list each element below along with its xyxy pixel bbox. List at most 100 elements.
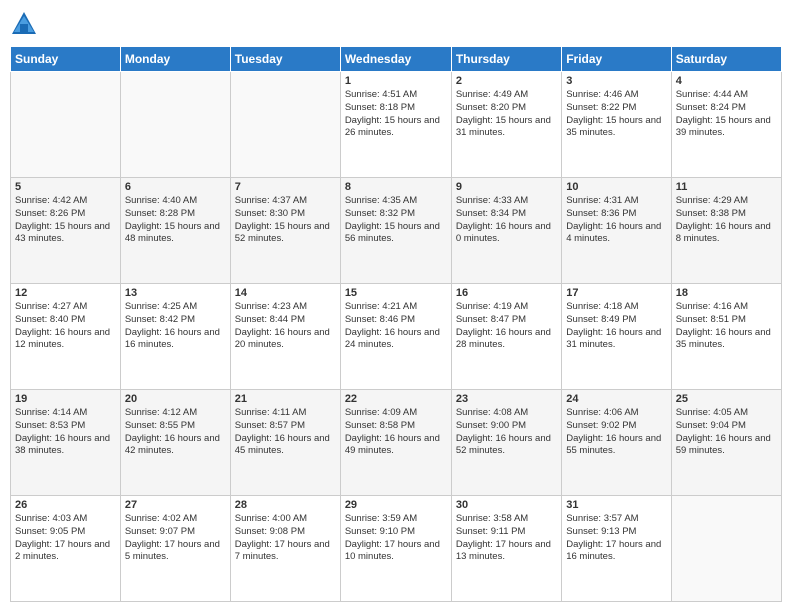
day-number: 31 (566, 499, 666, 511)
calendar-cell: 18Sunrise: 4:16 AM Sunset: 8:51 PM Dayli… (671, 284, 781, 390)
calendar: SundayMondayTuesdayWednesdayThursdayFrid… (10, 46, 782, 602)
day-content: Sunrise: 4:21 AM Sunset: 8:46 PM Dayligh… (345, 301, 447, 352)
day-content: Sunrise: 4:00 AM Sunset: 9:08 PM Dayligh… (235, 513, 336, 564)
day-content: Sunrise: 4:12 AM Sunset: 8:55 PM Dayligh… (125, 407, 226, 458)
logo-icon (10, 10, 38, 38)
calendar-row: 19 Sunrise: 4:14 AM Sunset: 8:53 PM Dayli… (11, 390, 782, 496)
day-number: 26 (15, 499, 116, 511)
calendar-cell: 20 Sunrise: 4:12 AM Sunset: 8:55 PM Dayli… (120, 390, 230, 496)
calendar-cell: 11Sunrise: 4:29 AM Sunset: 8:38 PM Dayli… (671, 178, 781, 284)
day-number: 2 (456, 75, 557, 87)
calendar-header: SundayMondayTuesdayWednesdayThursdayFrid… (11, 47, 782, 72)
calendar-cell (671, 496, 781, 602)
day-number: 7 (235, 181, 336, 193)
day-number: 13 (125, 287, 226, 299)
day-content: Sunrise: 4:05 AM Sunset: 9:04 PM Dayligh… (676, 407, 777, 458)
day-number: 9 (456, 181, 557, 193)
day-number: 6 (125, 181, 226, 193)
day-content: Sunrise: 4:31 AM Sunset: 8:36 PM Dayligh… (566, 195, 666, 246)
calendar-cell: 29 Sunrise: 3:59 AM Sunset: 9:10 PM Dayli… (340, 496, 451, 602)
day-number: 3 (566, 75, 666, 87)
day-content: Sunrise: 4:25 AM Sunset: 8:42 PM Dayligh… (125, 301, 226, 352)
day-number: 14 (235, 287, 336, 299)
header (10, 10, 782, 38)
calendar-cell: 3 Sunrise: 4:46 AM Sunset: 8:22 PM Daylig… (562, 72, 671, 178)
logo (10, 10, 42, 38)
column-header-saturday: Saturday (671, 47, 781, 72)
calendar-cell: 19 Sunrise: 4:14 AM Sunset: 8:53 PM Dayli… (11, 390, 121, 496)
day-number: 1 (345, 75, 447, 87)
day-content: Sunrise: 4:51 AM Sunset: 8:18 PM Dayligh… (345, 89, 447, 140)
day-number: 19 (15, 393, 116, 405)
calendar-row: 26Sunrise: 4:03 AM Sunset: 9:05 PM Dayli… (11, 496, 782, 602)
calendar-row: 12 Sunrise: 4:27 AM Sunset: 8:40 PM Dayli… (11, 284, 782, 390)
calendar-cell: 31 Sunrise: 3:57 AM Sunset: 9:13 PM Dayli… (562, 496, 671, 602)
day-number: 20 (125, 393, 226, 405)
calendar-cell (120, 72, 230, 178)
calendar-cell: 23 Sunrise: 4:08 AM Sunset: 9:00 PM Dayli… (451, 390, 561, 496)
day-content: Sunrise: 4:23 AM Sunset: 8:44 PM Dayligh… (235, 301, 336, 352)
day-content: Sunrise: 4:27 AM Sunset: 8:40 PM Dayligh… (15, 301, 116, 352)
day-number: 15 (345, 287, 447, 299)
column-header-sunday: Sunday (11, 47, 121, 72)
day-number: 27 (125, 499, 226, 511)
day-content: Sunrise: 4:19 AM Sunset: 8:47 PM Dayligh… (456, 301, 557, 352)
calendar-cell: 14 Sunrise: 4:23 AM Sunset: 8:44 PM Dayli… (230, 284, 340, 390)
calendar-cell: 9Sunrise: 4:33 AM Sunset: 8:34 PM Daylig… (451, 178, 561, 284)
header-row: SundayMondayTuesdayWednesdayThursdayFrid… (11, 47, 782, 72)
day-content: Sunrise: 4:42 AM Sunset: 8:26 PM Dayligh… (15, 195, 116, 246)
day-number: 28 (235, 499, 336, 511)
calendar-cell: 28 Sunrise: 4:00 AM Sunset: 9:08 PM Dayli… (230, 496, 340, 602)
calendar-cell: 12 Sunrise: 4:27 AM Sunset: 8:40 PM Dayli… (11, 284, 121, 390)
calendar-cell: 13 Sunrise: 4:25 AM Sunset: 8:42 PM Dayli… (120, 284, 230, 390)
day-number: 5 (15, 181, 116, 193)
day-content: Sunrise: 4:02 AM Sunset: 9:07 PM Dayligh… (125, 513, 226, 564)
day-content: Sunrise: 4:09 AM Sunset: 8:58 PM Dayligh… (345, 407, 447, 458)
calendar-cell (230, 72, 340, 178)
calendar-cell: 10 Sunrise: 4:31 AM Sunset: 8:36 PM Dayli… (562, 178, 671, 284)
calendar-body: 1 Sunrise: 4:51 AM Sunset: 8:18 PM Daylig… (11, 72, 782, 602)
calendar-cell: 15 Sunrise: 4:21 AM Sunset: 8:46 PM Dayli… (340, 284, 451, 390)
day-number: 22 (345, 393, 447, 405)
day-content: Sunrise: 4:14 AM Sunset: 8:53 PM Dayligh… (15, 407, 116, 458)
day-number: 12 (15, 287, 116, 299)
day-content: Sunrise: 4:08 AM Sunset: 9:00 PM Dayligh… (456, 407, 557, 458)
calendar-cell: 4Sunrise: 4:44 AM Sunset: 8:24 PM Daylig… (671, 72, 781, 178)
calendar-cell: 2 Sunrise: 4:49 AM Sunset: 8:20 PM Daylig… (451, 72, 561, 178)
day-number: 18 (676, 287, 777, 299)
calendar-cell: 5 Sunrise: 4:42 AM Sunset: 8:26 PM Daylig… (11, 178, 121, 284)
column-header-wednesday: Wednesday (340, 47, 451, 72)
day-content: Sunrise: 4:46 AM Sunset: 8:22 PM Dayligh… (566, 89, 666, 140)
day-number: 30 (456, 499, 557, 511)
column-header-thursday: Thursday (451, 47, 561, 72)
column-header-monday: Monday (120, 47, 230, 72)
calendar-cell (11, 72, 121, 178)
day-content: Sunrise: 3:59 AM Sunset: 9:10 PM Dayligh… (345, 513, 447, 564)
calendar-cell: 25 Sunrise: 4:05 AM Sunset: 9:04 PM Dayli… (671, 390, 781, 496)
day-content: Sunrise: 4:44 AM Sunset: 8:24 PM Dayligh… (676, 89, 777, 140)
day-content: Sunrise: 4:35 AM Sunset: 8:32 PM Dayligh… (345, 195, 447, 246)
day-number: 25 (676, 393, 777, 405)
day-number: 11 (676, 181, 777, 193)
calendar-cell: 7Sunrise: 4:37 AM Sunset: 8:30 PM Daylig… (230, 178, 340, 284)
calendar-cell: 1 Sunrise: 4:51 AM Sunset: 8:18 PM Daylig… (340, 72, 451, 178)
day-number: 8 (345, 181, 447, 193)
page: SundayMondayTuesdayWednesdayThursdayFrid… (0, 0, 792, 612)
day-number: 24 (566, 393, 666, 405)
day-content: Sunrise: 3:58 AM Sunset: 9:11 PM Dayligh… (456, 513, 557, 564)
calendar-row: 5 Sunrise: 4:42 AM Sunset: 8:26 PM Daylig… (11, 178, 782, 284)
calendar-cell: 21Sunrise: 4:11 AM Sunset: 8:57 PM Dayli… (230, 390, 340, 496)
day-number: 16 (456, 287, 557, 299)
calendar-cell: 17Sunrise: 4:18 AM Sunset: 8:49 PM Dayli… (562, 284, 671, 390)
day-number: 23 (456, 393, 557, 405)
day-number: 29 (345, 499, 447, 511)
calendar-cell: 22 Sunrise: 4:09 AM Sunset: 8:58 PM Dayli… (340, 390, 451, 496)
day-content: Sunrise: 3:57 AM Sunset: 9:13 PM Dayligh… (566, 513, 666, 564)
day-content: Sunrise: 4:49 AM Sunset: 8:20 PM Dayligh… (456, 89, 557, 140)
calendar-cell: 27 Sunrise: 4:02 AM Sunset: 9:07 PM Dayli… (120, 496, 230, 602)
calendar-cell: 26Sunrise: 4:03 AM Sunset: 9:05 PM Dayli… (11, 496, 121, 602)
day-content: Sunrise: 4:18 AM Sunset: 8:49 PM Dayligh… (566, 301, 666, 352)
day-content: Sunrise: 4:40 AM Sunset: 8:28 PM Dayligh… (125, 195, 226, 246)
day-content: Sunrise: 4:06 AM Sunset: 9:02 PM Dayligh… (566, 407, 666, 458)
day-number: 10 (566, 181, 666, 193)
